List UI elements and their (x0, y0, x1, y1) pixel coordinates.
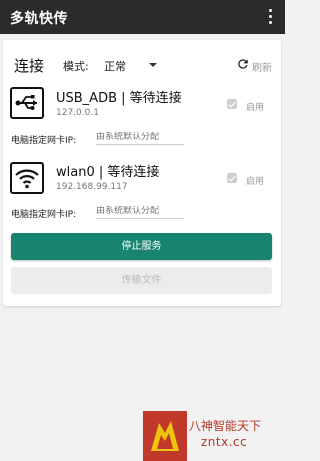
connection-card: 连接 模式: 正常 刷新 USB_ADB | 等待连接 127.0.0.1 启用… (3, 40, 281, 306)
enable-checkbox[interactable] (227, 99, 237, 109)
device-name: wlan0 | 等待连接 (56, 165, 160, 180)
enable-checkbox[interactable] (227, 173, 237, 183)
app-title: 多轨快传 (10, 11, 68, 27)
usb-icon (10, 87, 44, 119)
device-address: 192.168.99.117 (56, 182, 128, 192)
watermark-url: zntx.cc (201, 435, 248, 449)
ip-label: 电脑指定网卡IP: (11, 136, 77, 146)
mode-label: 模式: (63, 60, 89, 73)
stop-service-button[interactable]: 停止服务 (11, 233, 272, 260)
device-name: USB_ADB | 等待连接 (56, 91, 182, 106)
ip-input[interactable] (96, 132, 184, 145)
chevron-down-icon[interactable] (149, 63, 157, 67)
device-address: 127.0.0.1 (56, 108, 99, 118)
refresh-button[interactable]: 刷新 (252, 59, 272, 74)
refresh-icon[interactable] (236, 57, 250, 71)
app-bar: 多轨快传 (0, 0, 285, 34)
ip-input[interactable] (96, 206, 184, 219)
mode-select[interactable]: 正常 (104, 58, 126, 74)
more-vertical-icon[interactable] (269, 9, 273, 25)
wifi-icon (10, 162, 44, 194)
connection-title: 连接 (14, 57, 45, 75)
send-file-button[interactable]: 传输文件 (11, 267, 272, 294)
watermark-logo (143, 411, 187, 461)
watermark: 八神智能天下 zntx.cc (143, 411, 285, 461)
ip-label: 电脑指定网卡IP: (11, 210, 77, 220)
enable-label: 启用 (246, 103, 265, 113)
enable-label: 启用 (246, 177, 265, 187)
watermark-text: 八神智能天下 (189, 419, 262, 433)
